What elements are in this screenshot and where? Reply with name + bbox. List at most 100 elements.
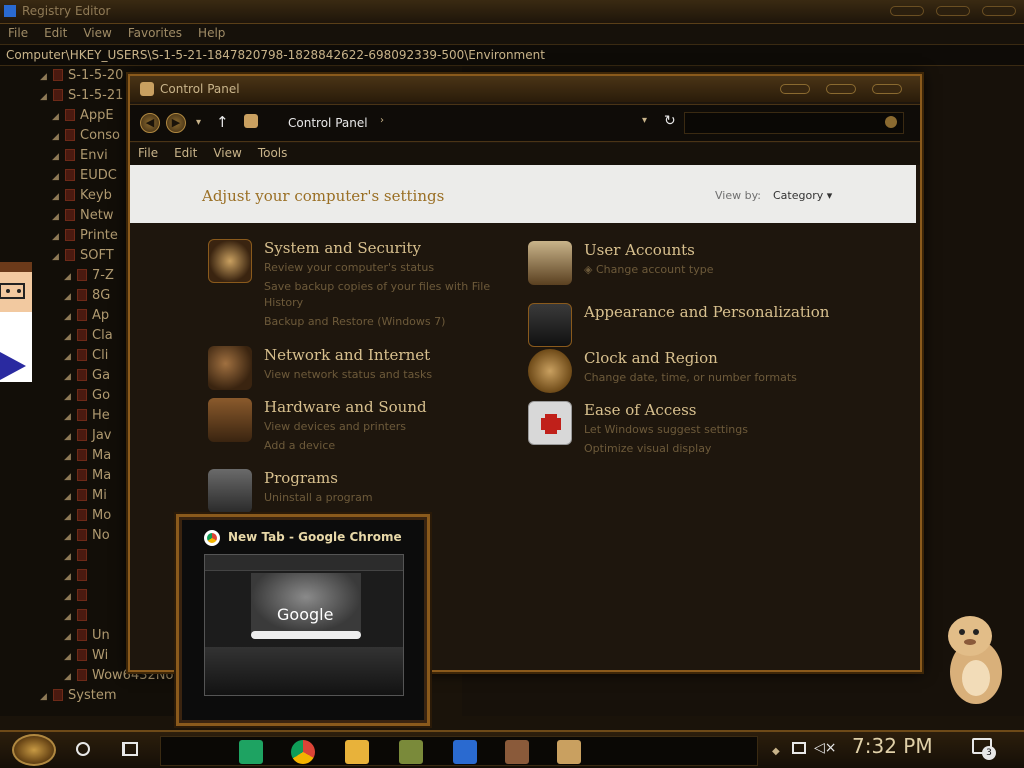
chrome-thumbnail-preview[interactable]: New Tab - Google Chrome Google [182,520,424,720]
category-network-internet[interactable]: Network and Internet View network status… [208,346,508,390]
expand-arrow-icon[interactable]: ◢ [52,107,62,127]
registry-tree-item[interactable]: ◢ Mo [64,506,111,526]
expand-arrow-icon[interactable]: ◢ [64,287,74,307]
control-panel-icon[interactable] [557,740,581,764]
expand-arrow-icon[interactable]: ◢ [64,607,74,627]
menu-view[interactable]: View [75,24,119,42]
registry-tree-item[interactable]: ◢ [64,606,92,626]
tray-chevron-icon[interactable]: ◆ [772,746,780,757]
game-icon[interactable] [399,740,423,764]
chrome-thumbnail-screenshot[interactable]: Google [204,554,404,696]
registry-tree-item[interactable]: ◢ Conso [52,126,120,146]
category-title[interactable]: Programs [264,469,338,487]
expand-arrow-icon[interactable]: ◢ [52,147,62,167]
recent-dropdown-icon[interactable]: ▾ [196,117,201,128]
registry-tree-item[interactable]: ◢ Mi [64,486,107,506]
registry-tree-item[interactable]: ◢ 7-Z [64,266,114,286]
registry-tree-item[interactable]: ◢ Envi [52,146,108,166]
search-box[interactable] [684,112,904,134]
category-link[interactable]: View network status and tasks [264,368,432,381]
registry-tree-item[interactable]: ◢ No [64,526,110,546]
category-title[interactable]: User Accounts [584,241,695,259]
menu-favorites[interactable]: Favorites [120,24,190,42]
category-title[interactable]: Clock and Region [584,349,718,367]
forward-button[interactable]: ▶ [166,113,186,133]
category-link[interactable]: View devices and printers [264,420,406,433]
search-icon[interactable] [885,116,897,128]
category-link[interactable]: Uninstall a program [264,491,373,504]
view-by-dropdown[interactable]: Category ▾ [773,189,832,202]
registry-tree-item[interactable]: ◢ Cli [64,346,108,366]
registry-tree-item[interactable]: ◢ S-1-5-20 [40,66,123,86]
registry-tree-item[interactable]: ◢ Printe [52,226,118,246]
expand-arrow-icon[interactable]: ◢ [64,487,74,507]
puzzle-icon[interactable] [453,740,477,764]
expand-arrow-icon[interactable]: ◢ [64,427,74,447]
expand-arrow-icon[interactable]: ◢ [64,667,74,687]
category-user-accounts[interactable]: User Accounts ◈ Change account type [528,241,828,285]
expand-arrow-icon[interactable]: ◢ [64,307,74,327]
expand-arrow-icon[interactable]: ◢ [64,447,74,467]
network-icon[interactable] [792,742,806,754]
category-programs[interactable]: Programs Uninstall a program [208,469,508,513]
cp-menu-edit[interactable]: Edit [166,143,205,163]
expand-arrow-icon[interactable]: ◢ [64,267,74,287]
file-explorer-icon[interactable] [345,740,369,764]
expand-arrow-icon[interactable]: ◢ [52,167,62,187]
expand-arrow-icon[interactable]: ◢ [52,127,62,147]
registry-tree-item[interactable]: ◢ He [64,406,110,426]
expand-arrow-icon[interactable]: ◢ [64,387,74,407]
expand-arrow-icon[interactable]: ◢ [64,407,74,427]
minimize-button[interactable] [890,6,924,16]
breadcrumb-chevron-icon[interactable]: › [380,115,384,126]
category-link[interactable]: ◈ Change account type [584,263,713,276]
expand-arrow-icon[interactable]: ◢ [64,347,74,367]
menu-edit[interactable]: Edit [36,24,75,42]
registry-tree-item[interactable]: ◢ 8G [64,286,110,306]
category-title[interactable]: Network and Internet [264,346,430,364]
registry-tree-item[interactable]: ◢ Keyb [52,186,112,206]
expand-arrow-icon[interactable]: ◢ [52,187,62,207]
category-link[interactable]: Let Windows suggest settings [584,423,748,436]
registry-tree-item[interactable]: ◢ Ma [64,446,111,466]
category-clock-region[interactable]: Clock and Region Change date, time, or n… [528,349,828,393]
expand-arrow-icon[interactable]: ◢ [64,567,74,587]
cp-menu-view[interactable]: View [205,143,249,163]
expand-arrow-icon[interactable]: ◢ [64,587,74,607]
expand-arrow-icon[interactable]: ◢ [64,547,74,567]
cp-menu-file[interactable]: File [130,143,166,163]
registry-tree-item[interactable]: ◢ EUDC [52,166,117,186]
chrome-icon[interactable] [291,740,315,764]
registry-tree-item[interactable]: ◢ S-1-5-21 [40,86,123,106]
category-link[interactable]: History [264,296,303,309]
registry-tree-item[interactable]: ◢ [64,546,92,566]
category-link[interactable]: Backup and Restore (Windows 7) [264,315,445,328]
expand-arrow-icon[interactable]: ◢ [64,467,74,487]
sheets-icon[interactable] [239,740,263,764]
category-link[interactable]: Change date, time, or number formats [584,371,797,384]
expand-arrow-icon[interactable]: ◢ [64,327,74,347]
expand-arrow-icon[interactable]: ◢ [52,227,62,247]
category-hardware-sound[interactable]: Hardware and Sound View devices and prin… [208,398,508,452]
volume-muted-icon[interactable]: ◁× [814,740,837,756]
cp-minimize-button[interactable] [780,84,810,94]
cp-close-button[interactable] [872,84,902,94]
close-button[interactable] [982,6,1016,16]
registry-tree-item[interactable]: ◢ SOFT [52,246,114,266]
expand-arrow-icon[interactable]: ◢ [64,647,74,667]
category-title[interactable]: Ease of Access [584,401,697,419]
menu-file[interactable]: File [0,24,36,42]
cp-maximize-button[interactable] [826,84,856,94]
breadcrumb[interactable]: Control Panel [288,116,368,130]
category-title[interactable]: System and Security [264,239,421,257]
registry-tree-item[interactable]: ◢ Un [64,626,110,646]
registry-address-bar[interactable]: Computer\HKEY_USERS\S-1-5-21-1847820798-… [0,44,1024,66]
category-link[interactable]: Review your computer's status [264,261,434,274]
gears-icon[interactable] [505,740,529,764]
expand-arrow-icon[interactable]: ◢ [64,367,74,387]
expand-arrow-icon[interactable]: ◢ [52,247,62,267]
category-link[interactable]: Save backup copies of your files with Fi… [264,280,490,293]
registry-tree-item[interactable]: ◢ Cla [64,326,113,346]
up-arrow-icon[interactable]: ↑ [216,113,229,131]
registry-tree-item[interactable]: ◢ Go [64,386,110,406]
